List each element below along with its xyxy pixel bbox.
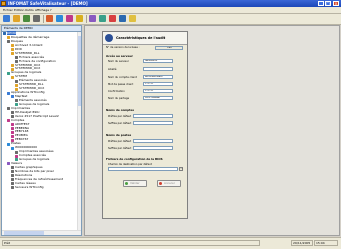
menu-edition[interactable]: Edition: [14, 8, 24, 12]
port-input[interactable]: [143, 67, 173, 71]
section-accounts: Noms de comptes: [106, 108, 135, 112]
settings-icon[interactable]: [99, 15, 106, 22]
confirm-label: Confirmation: [108, 90, 125, 93]
refresh-icon[interactable]: [46, 15, 53, 22]
menu-bar: Fichier Edition Outils Affichage ?: [0, 7, 341, 14]
port-label: Libellé: [108, 68, 117, 71]
save-icon[interactable]: [23, 15, 30, 22]
scroll-thumb[interactable]: [78, 36, 81, 106]
validate-button[interactable]: Valider: [123, 180, 147, 187]
menu-affichage[interactable]: Affichage: [35, 8, 49, 12]
dialog-header: Caractéristiques de l'audit: [103, 32, 187, 45]
account-input[interactable]: administrateur: [143, 75, 173, 79]
audit-icon: [105, 34, 113, 42]
status-date: 29/11/2005: [291, 240, 313, 246]
share-input[interactable]: ConfTMaster: [143, 96, 173, 100]
tree-horizontal-scrollbar[interactable]: [2, 230, 81, 235]
server-name-input[interactable]: Serveur01: [143, 59, 173, 63]
section-posts: Noms de postes: [106, 133, 132, 137]
window-titlebar: INFOMAT SafeVitalisateur - [DEMO] _ □ ×: [0, 0, 341, 7]
toolbar: [0, 14, 341, 25]
account-label: Nom du compte client: [108, 76, 137, 79]
post-suffix-input[interactable]: [133, 146, 173, 150]
cancel-button[interactable]: Annuler: [157, 180, 181, 187]
section-server: Accès au serveur: [106, 54, 133, 58]
server-name-label: Nom du serveur: [108, 60, 129, 63]
menu-fichier[interactable]: Fichier: [3, 8, 13, 12]
audit-dialog: Caractéristiques de l'audit N° de versio…: [102, 31, 188, 219]
config-dir-input[interactable]: [108, 167, 178, 171]
tree-vertical-scrollbar[interactable]: [77, 32, 81, 231]
toolbar-separator: [86, 15, 87, 23]
menu-outils[interactable]: Outils: [25, 8, 34, 12]
validate-label: Valider: [130, 181, 140, 185]
menu-help[interactable]: ?: [50, 8, 52, 12]
open-icon[interactable]: [13, 15, 20, 22]
status-bar: Prêt 29/11/2005 15:04: [0, 237, 341, 249]
minimize-button[interactable]: _: [318, 1, 324, 6]
version-label: N° de version de la base :: [106, 46, 140, 49]
toolbar-separator: [43, 15, 44, 23]
status-time: 15:04: [314, 240, 338, 246]
tree-view: DEMO Disquettes de démarrage Disques Archiv…: [2, 31, 81, 190]
help-icon[interactable]: [129, 15, 136, 22]
key-icon[interactable]: [89, 15, 96, 22]
cancel-label: Annuler: [164, 181, 175, 185]
tree-panel: Éléments de DEMO DEMO Disquettes de démar…: [1, 25, 82, 236]
share-label: Nom du partage: [108, 97, 130, 100]
tree-node-icon: [11, 186, 14, 190]
window-title: INFOMAT SafeVitalisateur - [DEMO]: [8, 1, 88, 6]
section-config: Fichiers de configuration de la BIOS: [106, 157, 163, 161]
config-dir-label: Chemin de destination par défaut: [108, 163, 152, 166]
status-text: Prêt: [2, 240, 260, 246]
dialog-title: Caractéristiques de l'audit: [116, 36, 166, 40]
password-input[interactable]: ••••••: [143, 82, 173, 86]
close-button[interactable]: ×: [333, 1, 339, 6]
new-icon[interactable]: [3, 15, 10, 22]
post-suffix-label: Suffixe par défaut: [108, 147, 132, 150]
tree-item-label: Serveurs WTConfig: [15, 184, 44, 189]
post-prefix-input[interactable]: [133, 139, 173, 143]
users-icon[interactable]: [66, 15, 73, 22]
account-prefix-input[interactable]: [133, 114, 173, 118]
print-icon[interactable]: [33, 15, 40, 22]
account-prefix-label: Préfixe par défaut: [108, 115, 132, 118]
account-suffix-label: Suffixe par défaut: [108, 122, 132, 125]
export-icon[interactable]: [119, 15, 126, 22]
tree-item-label: Groupes de logiciels: [19, 157, 50, 161]
browse-button[interactable]: …: [179, 167, 183, 171]
confirm-input[interactable]: ••••••: [143, 89, 173, 93]
maximize-button[interactable]: □: [325, 1, 331, 6]
app-icon: [1, 1, 6, 6]
scroll-thumb[interactable]: [4, 231, 44, 235]
chart-icon[interactable]: [109, 15, 116, 22]
password-label: Mot de passe client: [108, 83, 134, 86]
cancel-icon: [159, 182, 162, 185]
search-icon[interactable]: [56, 15, 63, 22]
post-prefix-label: Préfixe par défaut: [108, 140, 132, 143]
tree-item[interactable]: Serveurs WTConfig: [2, 184, 81, 190]
account-suffix-input[interactable]: [133, 121, 173, 125]
lock-icon[interactable]: [76, 15, 83, 22]
check-icon: [125, 182, 128, 185]
version-value: 290: [155, 46, 183, 50]
